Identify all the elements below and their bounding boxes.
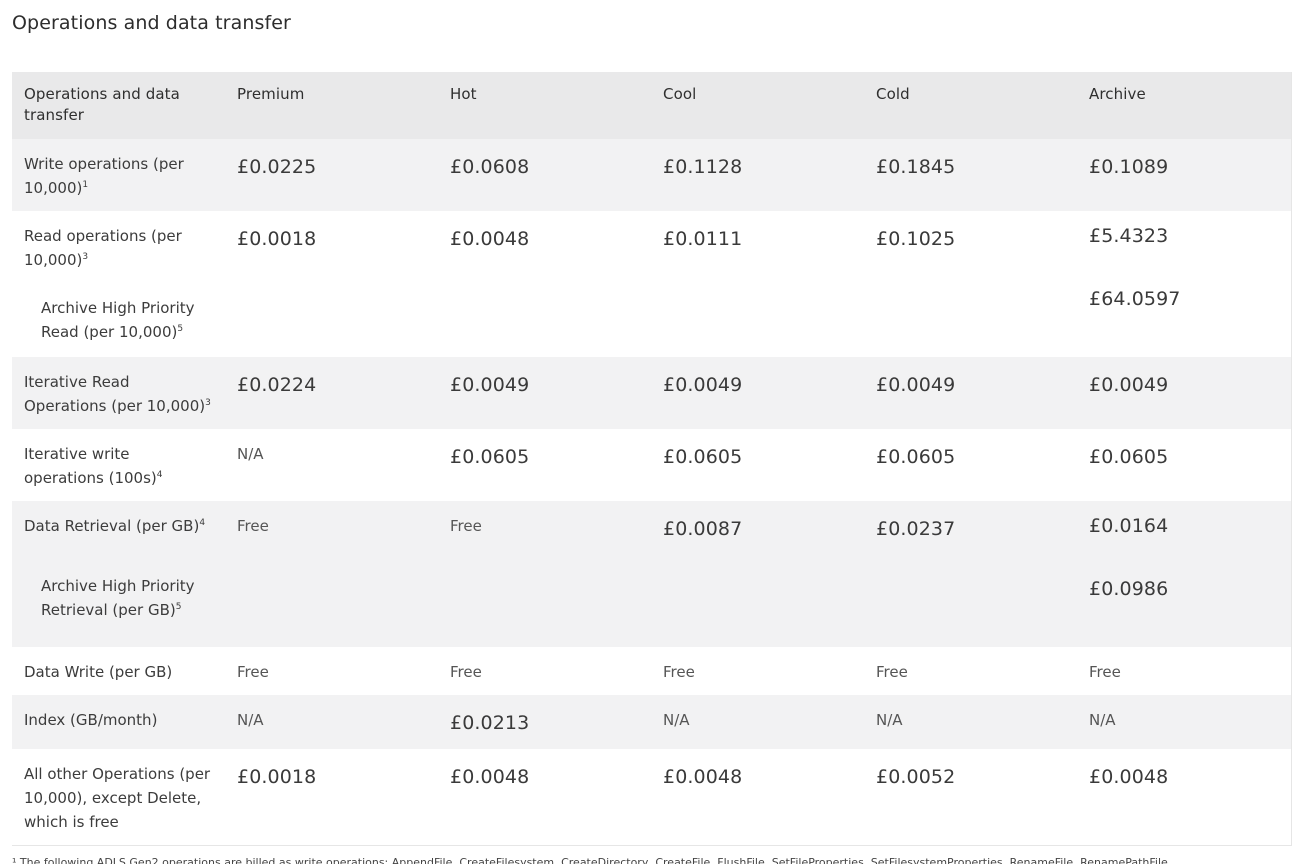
cool-price: £0.0087 — [663, 518, 743, 540]
page: Operations and data transfer Operations … — [0, 0, 1306, 864]
cold-price: Free — [876, 663, 908, 681]
pricing-table: Operations and data transfer Premium Hot… — [12, 72, 1292, 846]
archive-price: £5.4323 — [1089, 225, 1169, 247]
hot-price: Free — [450, 517, 482, 535]
archive-price: Free — [1089, 663, 1121, 681]
row-sub-label: Archive High Priority Retrieval (per GB)… — [41, 577, 195, 619]
archive-price: £0.0049 — [1089, 374, 1169, 396]
row-label: Iterative write operations (100s)4 — [24, 445, 163, 487]
cold-price: £0.0049 — [876, 374, 956, 396]
header-cool: Cool — [663, 85, 697, 103]
row-label: All other Operations (per 10,000), excep… — [24, 765, 211, 831]
cool-price: £0.1128 — [663, 156, 743, 178]
archive-price: £0.0048 — [1089, 766, 1169, 788]
premium-price: £0.0224 — [237, 374, 317, 396]
header-premium: Premium — [237, 85, 305, 103]
row-label: Write operations (per 10,000)1 — [24, 155, 184, 197]
row-label: Data Retrieval (per GB)4 Archive High Pr… — [12, 501, 225, 647]
archive-price: £0.1089 — [1089, 156, 1169, 178]
archive-high-priority-price: £0.0986 — [1089, 578, 1169, 600]
table-row: Iterative Read Operations (per 10,000)3 … — [12, 357, 1291, 429]
premium-price: N/A — [237, 445, 264, 463]
section-title: Operations and data transfer — [12, 12, 291, 34]
premium-price: N/A — [237, 711, 264, 729]
table-header-row: Operations and data transfer Premium Hot… — [12, 72, 1291, 139]
cold-price: £0.1025 — [876, 228, 956, 250]
premium-price: Free — [237, 663, 269, 681]
hot-price: £0.0048 — [450, 228, 530, 250]
archive-high-priority-price: £64.0597 — [1089, 288, 1181, 310]
cold-price: N/A — [876, 711, 903, 729]
row-sub-label: Archive High Priority Read (per 10,000)5 — [41, 299, 195, 341]
hot-price: £0.0048 — [450, 766, 530, 788]
header-archive: Archive — [1089, 85, 1146, 103]
cool-price: £0.0048 — [663, 766, 743, 788]
cold-price: £0.1845 — [876, 156, 956, 178]
row-label: Iterative Read Operations (per 10,000)3 — [24, 373, 211, 415]
cold-price: £0.0605 — [876, 446, 956, 468]
table-row: Data Retrieval (per GB)4 Archive High Pr… — [12, 501, 1291, 647]
hot-price: Free — [450, 663, 482, 681]
hot-price: £0.0608 — [450, 156, 530, 178]
cold-price: £0.0237 — [876, 518, 956, 540]
table-row: Index (GB/month) N/A £0.0213 N/A N/A N/A — [12, 695, 1291, 749]
table-row: Write operations (per 10,000)1 £0.0225 £… — [12, 139, 1291, 211]
hot-price: £0.0605 — [450, 446, 530, 468]
hot-price: £0.0049 — [450, 374, 530, 396]
header-operations: Operations and data transfer — [24, 85, 180, 124]
table-row: Iterative write operations (100s)4 N/A £… — [12, 429, 1291, 501]
row-label: Index (GB/month) — [24, 711, 158, 729]
cold-price: £0.0052 — [876, 766, 956, 788]
cool-price: £0.0111 — [663, 228, 743, 250]
archive-price: £0.0605 — [1089, 446, 1169, 468]
cool-price: £0.0049 — [663, 374, 743, 396]
header-cold: Cold — [876, 85, 910, 103]
table-row: Data Write (per GB) Free Free Free Free … — [12, 647, 1291, 695]
archive-price: £0.0164 — [1089, 515, 1169, 537]
table-row: Read operations (per 10,000)3 Archive Hi… — [12, 211, 1291, 357]
premium-price: £0.0018 — [237, 766, 317, 788]
row-label: Read operations (per 10,000)3 Archive Hi… — [12, 211, 225, 357]
premium-price: £0.0018 — [237, 228, 317, 250]
cool-price: £0.0605 — [663, 446, 743, 468]
table-row: All other Operations (per 10,000), excep… — [12, 749, 1291, 845]
archive-price: N/A — [1089, 711, 1116, 729]
row-label: Data Write (per GB) — [24, 663, 173, 681]
premium-price: Free — [237, 517, 269, 535]
premium-price: £0.0225 — [237, 156, 317, 178]
footnote: ¹ The following ADLS Gen2 operations are… — [12, 856, 1168, 864]
cool-price: N/A — [663, 711, 690, 729]
header-hot: Hot — [450, 85, 477, 103]
cool-price: Free — [663, 663, 695, 681]
hot-price: £0.0213 — [450, 712, 530, 734]
